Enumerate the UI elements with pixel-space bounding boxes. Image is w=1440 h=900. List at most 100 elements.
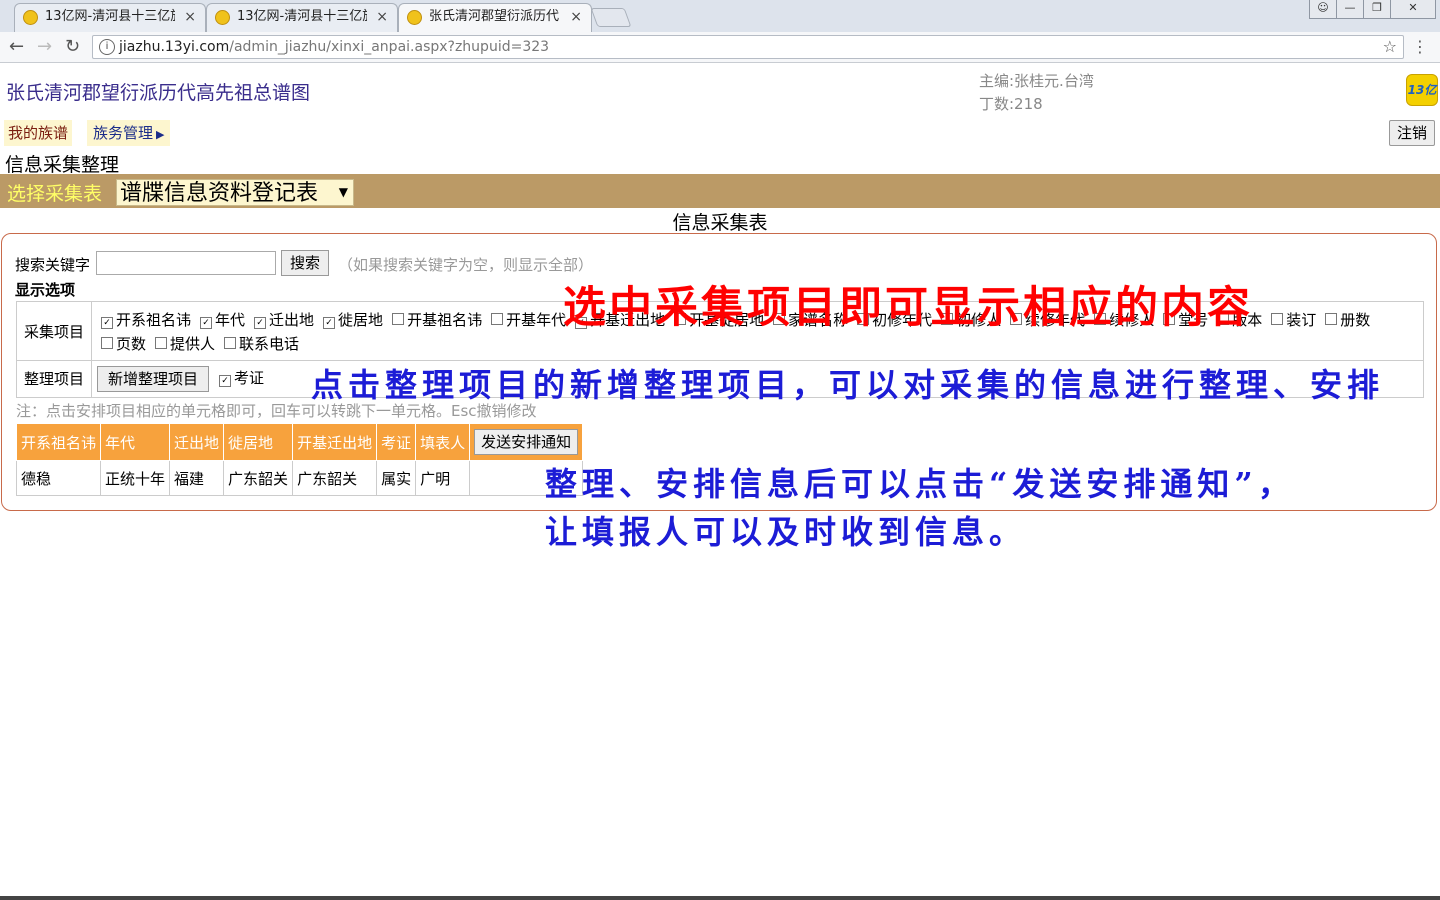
search-label: 搜索关键字 [15, 256, 91, 274]
notify-header-cell: 发送安排通知 [469, 423, 584, 461]
url-path: /admin_jiazhu/xinxi_anpai.aspx?zhupuid=3… [229, 39, 550, 55]
table-body: 德稳 正统十年 福建 广东韶关 广东韶关 属实 广明 [15, 460, 584, 496]
search-button[interactable]: 搜索 [281, 250, 329, 276]
back-arrow-icon[interactable]: ← [9, 37, 24, 57]
option-checkbox-item[interactable]: 开基祖名讳 [392, 308, 482, 332]
option-checkbox-item[interactable]: 联系电话 [224, 332, 299, 356]
form-selector-bar: 选择采集表 谱牒信息资料登记表 ▼ [0, 174, 1440, 208]
checkbox-icon[interactable] [1271, 313, 1284, 325]
checkbox-icon[interactable] [155, 337, 168, 349]
url-host: jiazhu.13yi.com [119, 39, 230, 55]
close-window-button[interactable]: ✕ [1390, 0, 1436, 19]
browser-tab[interactable]: 13亿网-清河县十三亿族谱 × [14, 3, 206, 32]
user-icon[interactable]: ☺ [1309, 0, 1337, 19]
column-header: 年代 [100, 423, 171, 461]
window-controls: ☺ — ❐ ✕ [1309, 0, 1436, 20]
checked-checkbox-icon[interactable]: ✓ [254, 317, 267, 329]
checked-checkbox-icon[interactable]: ✓ [323, 317, 336, 329]
option-checkbox-item[interactable]: ✓ 迁出地 [254, 308, 314, 332]
table-cell[interactable]: 属实 [376, 460, 417, 496]
table-header-row: 开系祖名讳 年代 迁出地 徙居地 开基迁出地 考证 填表人 发送安排通知 [15, 423, 584, 461]
tab-title: 13亿网-清河县十三亿族谱 [237, 9, 367, 24]
annotation-notify-line2: 让填报人可以及时收到信息。 [545, 513, 1027, 551]
browser-menu-icon[interactable]: ⋮ [1412, 37, 1428, 56]
form-selector-label: 选择采集表 [7, 183, 103, 205]
option-label: 开基年代 [506, 311, 567, 329]
taskbar-edge [0, 896, 1440, 900]
checkbox-icon[interactable] [224, 337, 237, 349]
column-header: 开系祖名讳 [15, 423, 102, 461]
browser-tab-bar: 13亿网-清河县十三亿族谱 × 13亿网-清河县十三亿族谱 × 张氏清河郡望衍派… [0, 0, 1440, 33]
bookmark-star-icon[interactable]: ☆ [1383, 37, 1397, 56]
annotation-notify: 整理、安排信息后可以点击“发送安排通知”， 让填报人可以及时收到信息。 [545, 460, 1295, 556]
checked-checkbox-icon[interactable]: ✓ [101, 317, 113, 329]
option-label: 徙居地 [338, 311, 384, 329]
option-checkbox-item[interactable]: ✓ 徙居地 [323, 308, 383, 332]
option-label: 开基祖名讳 [407, 311, 483, 329]
checkbox-icon[interactable] [101, 337, 113, 349]
option-checkbox-item[interactable]: 册数 [1325, 308, 1370, 332]
option-checkbox-item[interactable]: 开基年代 [491, 308, 566, 332]
option-checkbox-item[interactable]: ✓ 年代 [200, 308, 245, 332]
logout-button[interactable]: 注销 [1389, 120, 1435, 146]
option-checkbox-item[interactable]: ✓ 考证 [219, 366, 264, 390]
form-select[interactable]: 谱牒信息资料登记表 ▼ [116, 179, 354, 206]
option-checkbox-item[interactable]: ✓ 开系祖名讳 [101, 308, 191, 332]
option-label: 页数 [116, 335, 147, 353]
editor-name: 主编:张桂元.台湾 [979, 72, 1094, 90]
url-input[interactable]: i jiazhu.13yi.com/admin_jiazhu/xinxi_anp… [92, 35, 1404, 59]
form-select-value: 谱牒信息资料登记表 [120, 181, 319, 206]
option-label: 年代 [215, 311, 246, 329]
table-cell[interactable]: 广东韶关 [223, 460, 294, 496]
table-cell[interactable]: 广东韶关 [292, 460, 378, 496]
table-cell[interactable]: 正统十年 [100, 460, 171, 496]
display-options-title: 显示选项 [15, 281, 76, 299]
option-checkbox-item[interactable]: 提供人 [155, 332, 215, 356]
tab-close-icon[interactable]: × [570, 4, 582, 30]
info-icon[interactable]: i [99, 39, 115, 55]
checkbox-icon[interactable] [491, 313, 504, 325]
form-title: 信息采集表 [672, 212, 768, 234]
caret-right-icon: ▶ [156, 128, 165, 141]
editor-info: 主编:张桂元.台湾 丁数:218 [979, 70, 1094, 116]
checked-checkbox-icon[interactable]: ✓ [219, 375, 231, 387]
column-header: 考证 [376, 423, 417, 461]
table-cell[interactable]: 福建 [169, 460, 225, 496]
checkbox-icon[interactable] [392, 313, 405, 325]
forward-arrow-icon[interactable]: → [37, 37, 52, 57]
browser-tab-active[interactable]: 张氏清河郡望衍派历代高 × [398, 3, 592, 32]
option-checkbox-item[interactable]: 装订 [1271, 308, 1316, 332]
reload-icon[interactable]: ↻ [65, 37, 80, 57]
nav-my-genealogy[interactable]: 我的族谱 [4, 120, 73, 146]
nav-affairs-menu[interactable]: 族务管理 ▶ [87, 120, 171, 146]
arrange-items-list: ✓ 考证 [219, 366, 273, 390]
nav-affairs-label: 族务管理 [93, 124, 154, 142]
minimize-button[interactable]: — [1336, 0, 1364, 19]
new-tab-button[interactable] [590, 8, 632, 27]
table-cell[interactable]: 德稳 [15, 460, 102, 496]
checkbox-icon[interactable] [1325, 313, 1338, 325]
tab-title: 13亿网-清河县十三亿族谱 [45, 9, 175, 24]
option-label: 迁出地 [269, 311, 315, 329]
add-arrange-item-button[interactable]: 新增整理项目 [97, 366, 209, 392]
send-notification-button[interactable]: 发送安排通知 [474, 429, 579, 455]
section-title: 信息采集整理 [5, 154, 120, 176]
search-input[interactable] [96, 251, 276, 275]
checked-checkbox-icon[interactable]: ✓ [200, 317, 213, 329]
dropdown-caret-icon: ▼ [338, 185, 348, 199]
option-label: 册数 [1340, 311, 1371, 329]
column-header: 徙居地 [223, 423, 294, 461]
address-bar: ← → ↻ i jiazhu.13yi.com/admin_jiazhu/xin… [0, 32, 1440, 63]
option-label: 提供人 [170, 335, 216, 353]
column-header: 迁出地 [169, 423, 225, 461]
site-favicon-icon [215, 10, 230, 25]
browser-tab[interactable]: 13亿网-清河县十三亿族谱 × [206, 3, 398, 32]
table-cell[interactable]: 广明 [415, 460, 471, 496]
maximize-button[interactable]: ❐ [1363, 0, 1391, 19]
tab-close-icon[interactable]: × [184, 4, 196, 30]
tab-close-icon[interactable]: × [376, 4, 388, 30]
column-header: 开基迁出地 [292, 423, 378, 461]
option-label: 联系电话 [239, 335, 300, 353]
option-checkbox-item[interactable]: 页数 [101, 332, 146, 356]
site-logo: 13亿 [1406, 74, 1438, 106]
